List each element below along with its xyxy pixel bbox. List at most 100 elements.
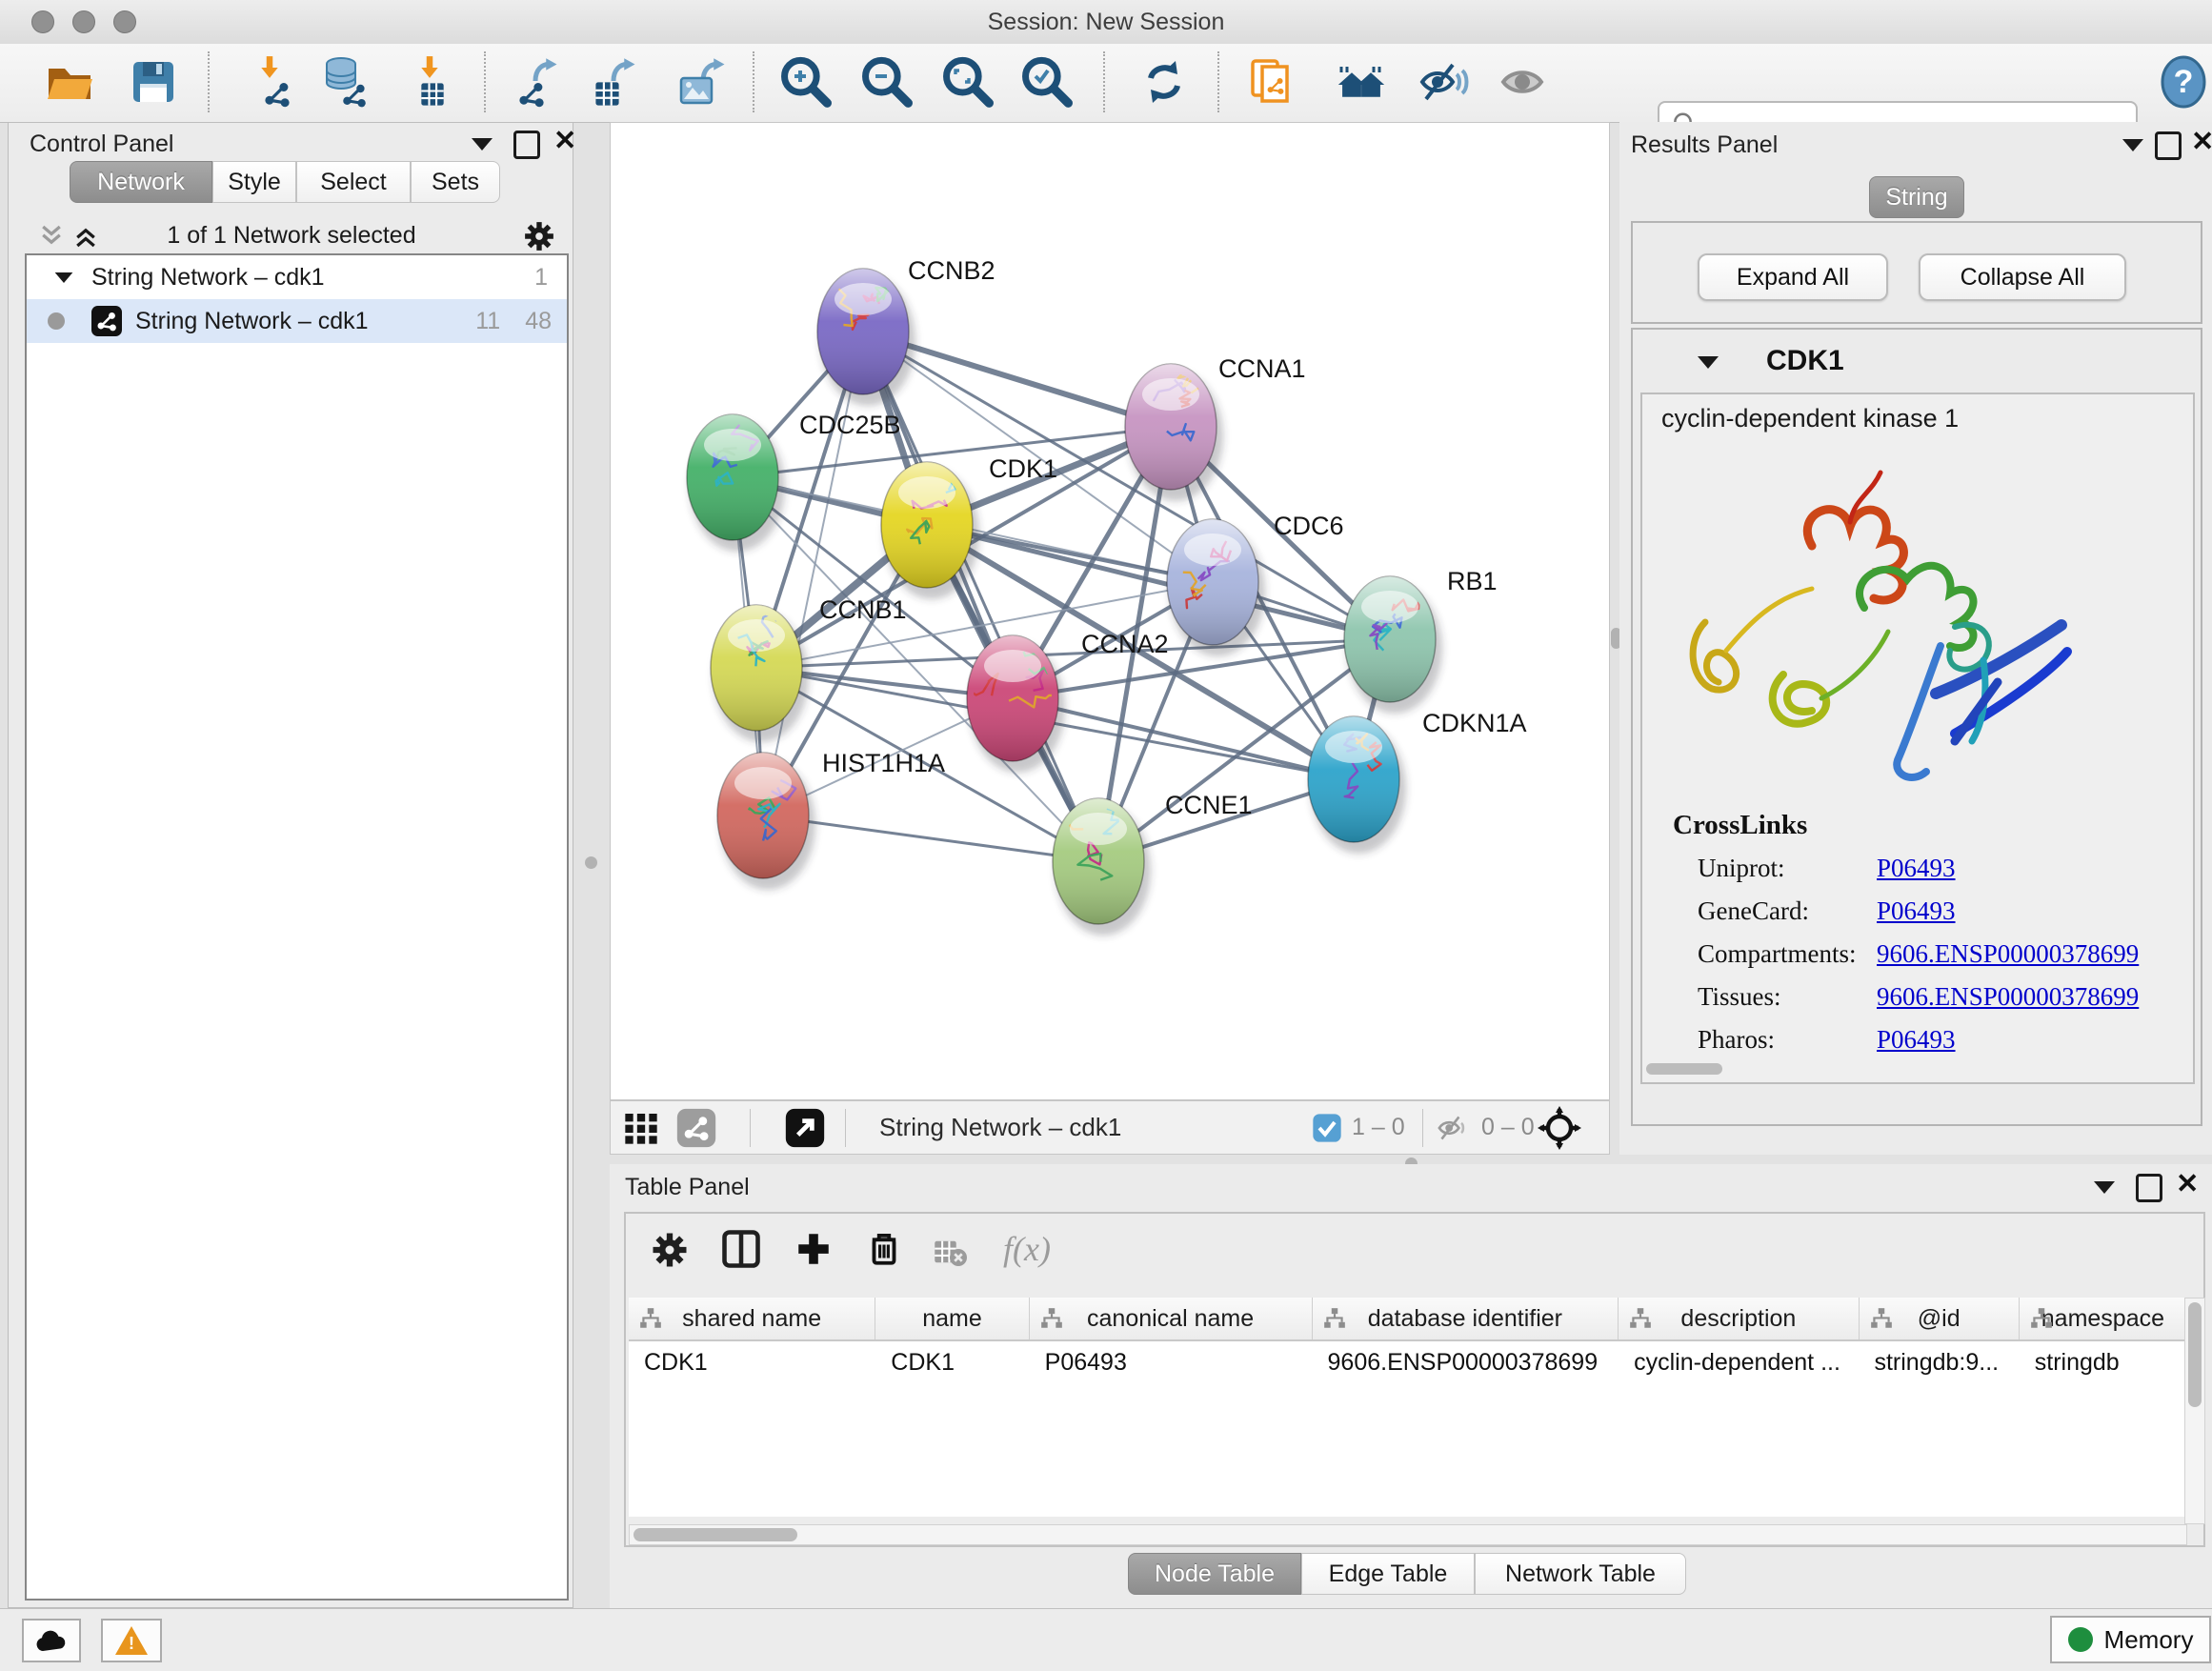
- close-panel-icon[interactable]: ✕: [2176, 1173, 2199, 1196]
- selected-node-edge-counts: 1 – 0: [1352, 1114, 1405, 1141]
- detach-view-icon[interactable]: [784, 1107, 826, 1149]
- table-cell[interactable]: CDK1: [875, 1341, 1029, 1383]
- panel-menu-icon[interactable]: [472, 138, 493, 151]
- network-node-hist1h1a[interactable]: [717, 753, 815, 890]
- tab-network-table[interactable]: Network Table: [1475, 1553, 1686, 1595]
- control-panel: Control Panel ✕ NetworkStyleSelectSets 1…: [8, 122, 573, 1608]
- tab-string[interactable]: String: [1869, 176, 1964, 218]
- float-panel-icon[interactable]: [2136, 1174, 2162, 1202]
- zoom-out-icon[interactable]: [857, 53, 915, 111]
- delete-column-icon[interactable]: [864, 1228, 904, 1268]
- memory-button[interactable]: Memory: [2050, 1616, 2211, 1663]
- column-header-name[interactable]: name: [875, 1298, 1029, 1339]
- splitter-handle[interactable]: [585, 856, 597, 869]
- column-header-description[interactable]: description: [1619, 1298, 1859, 1339]
- gear-icon[interactable]: [523, 220, 555, 252]
- selected-checkbox-icon[interactable]: [1312, 1113, 1342, 1143]
- close-panel-icon[interactable]: ✕: [2191, 131, 2212, 153]
- hidden-eye-icon[interactable]: [1436, 1111, 1470, 1145]
- hide-selected-icon[interactable]: [1415, 53, 1472, 111]
- save-session-icon[interactable]: [124, 53, 181, 111]
- toolbar-separator: [753, 51, 754, 112]
- refresh-icon[interactable]: [1136, 53, 1193, 111]
- collapse-all-button[interactable]: Collapse All: [1919, 253, 2126, 301]
- vertical-scrollbar-thumb[interactable]: [2188, 1302, 2202, 1407]
- panel-menu-icon[interactable]: [2122, 139, 2143, 151]
- crosslink-link[interactable]: 9606.ENSP00000378699: [1877, 982, 2139, 1011]
- export-image-icon[interactable]: [674, 53, 731, 111]
- network-thumbnail-icon[interactable]: [675, 1107, 717, 1149]
- crosslink-link[interactable]: P06493: [1877, 1025, 1956, 1054]
- network-node-ccne1[interactable]: [1053, 794, 1151, 936]
- network-node-cdkn1a[interactable]: [1308, 716, 1406, 854]
- show-columns-icon[interactable]: [721, 1229, 761, 1269]
- zoom-in-icon[interactable]: [776, 53, 834, 111]
- tab-edge-table[interactable]: Edge Table: [1301, 1553, 1475, 1595]
- crosslink-link[interactable]: P06493: [1877, 854, 1956, 882]
- crosslink-row: Tissues:9606.ENSP00000378699: [1698, 982, 2139, 1012]
- network-collection-row[interactable]: String Network – cdk1 1: [27, 255, 567, 299]
- toolbar-separator: [208, 51, 210, 112]
- tab-style[interactable]: Style: [212, 161, 296, 203]
- grid-view-icon[interactable]: [622, 1109, 660, 1147]
- node-label: CDC6: [1274, 512, 1344, 540]
- export-network-icon[interactable]: [508, 53, 565, 111]
- column-header-database-identifier[interactable]: database identifier: [1313, 1298, 1619, 1339]
- float-panel-icon[interactable]: [513, 131, 540, 159]
- expand-all-button[interactable]: Expand All: [1698, 253, 1888, 301]
- zoom-selected-icon[interactable]: [1017, 53, 1075, 111]
- network-node-ccna2[interactable]: [967, 635, 1065, 773]
- crosslink-link[interactable]: P06493: [1877, 896, 1956, 925]
- column-header-namespace[interactable]: namespace: [2020, 1298, 2187, 1339]
- import-network-file-icon[interactable]: [240, 53, 297, 111]
- column-header--id[interactable]: @id: [1860, 1298, 2020, 1339]
- delete-table-icon[interactable]: [933, 1235, 967, 1269]
- table-cell[interactable]: P06493: [1030, 1341, 1313, 1383]
- table-cell[interactable]: cyclin-dependent ...: [1619, 1341, 1859, 1383]
- table-cell[interactable]: stringdb: [2020, 1341, 2187, 1383]
- horizontal-scrollbar[interactable]: [1646, 1063, 1722, 1075]
- panel-menu-icon[interactable]: [2094, 1181, 2115, 1194]
- warnings-button[interactable]: !: [101, 1619, 162, 1662]
- network-node-rb1[interactable]: [1344, 576, 1442, 714]
- table-cell[interactable]: stringdb:9...: [1859, 1341, 2019, 1383]
- close-panel-icon[interactable]: ✕: [553, 130, 576, 152]
- import-network-database-icon[interactable]: [316, 53, 373, 111]
- function-builder-icon[interactable]: f(x): [1003, 1229, 1051, 1269]
- node-label: HIST1H1A: [822, 749, 945, 777]
- crosslink-link[interactable]: 9606.ENSP00000378699: [1877, 939, 2139, 968]
- collection-expand-icon[interactable]: [55, 272, 73, 282]
- table-row[interactable]: CDK1CDK1P064939606.ENSP00000378699cyclin…: [629, 1341, 2187, 1383]
- table-cell[interactable]: CDK1: [629, 1341, 875, 1383]
- tab-select[interactable]: Select: [296, 161, 411, 203]
- birdseye-crosshair-icon[interactable]: [1537, 1105, 1582, 1151]
- tab-node-table[interactable]: Node Table: [1128, 1553, 1301, 1595]
- network-node-ccnb2[interactable]: [817, 269, 915, 406]
- horizontal-scrollbar[interactable]: [629, 1524, 2187, 1545]
- first-neighbors-icon[interactable]: [1332, 53, 1389, 111]
- table-cell[interactable]: 9606.ENSP00000378699: [1313, 1341, 1619, 1383]
- open-session-icon[interactable]: [41, 53, 98, 111]
- table-settings-gear-icon[interactable]: [651, 1231, 689, 1269]
- column-header-canonical-name[interactable]: canonical name: [1030, 1298, 1313, 1339]
- network-node-ccnb1[interactable]: [711, 605, 809, 742]
- cloud-status-button[interactable]: [22, 1619, 81, 1662]
- export-table-icon[interactable]: [586, 53, 643, 111]
- horizontal-scrollbar-thumb[interactable]: [633, 1528, 797, 1541]
- section-expand-icon[interactable]: [1698, 356, 1719, 369]
- network-edge[interactable]: [763, 332, 863, 815]
- tab-network[interactable]: Network: [70, 161, 212, 203]
- show-all-icon[interactable]: [1494, 53, 1551, 111]
- network-row-selected[interactable]: String Network – cdk1 11 48: [27, 299, 567, 343]
- zoom-fit-icon[interactable]: [938, 53, 995, 111]
- help-icon[interactable]: ?: [2155, 53, 2212, 111]
- network-canvas[interactable]: CCNB2CCNA1CDC25BCDK1CDC6RB1CCNB1CCNA2CDK…: [610, 122, 1610, 1100]
- add-column-icon[interactable]: [794, 1229, 834, 1269]
- float-panel-icon[interactable]: [2155, 131, 2182, 160]
- column-header-shared-name[interactable]: shared name: [629, 1298, 875, 1339]
- vertical-scrollbar[interactable]: [2184, 1298, 2205, 1524]
- network-node-cdc6[interactable]: [1167, 519, 1265, 656]
- clone-network-icon[interactable]: [1241, 53, 1298, 111]
- tab-sets[interactable]: Sets: [411, 161, 500, 203]
- import-table-file-icon[interactable]: [400, 53, 457, 111]
